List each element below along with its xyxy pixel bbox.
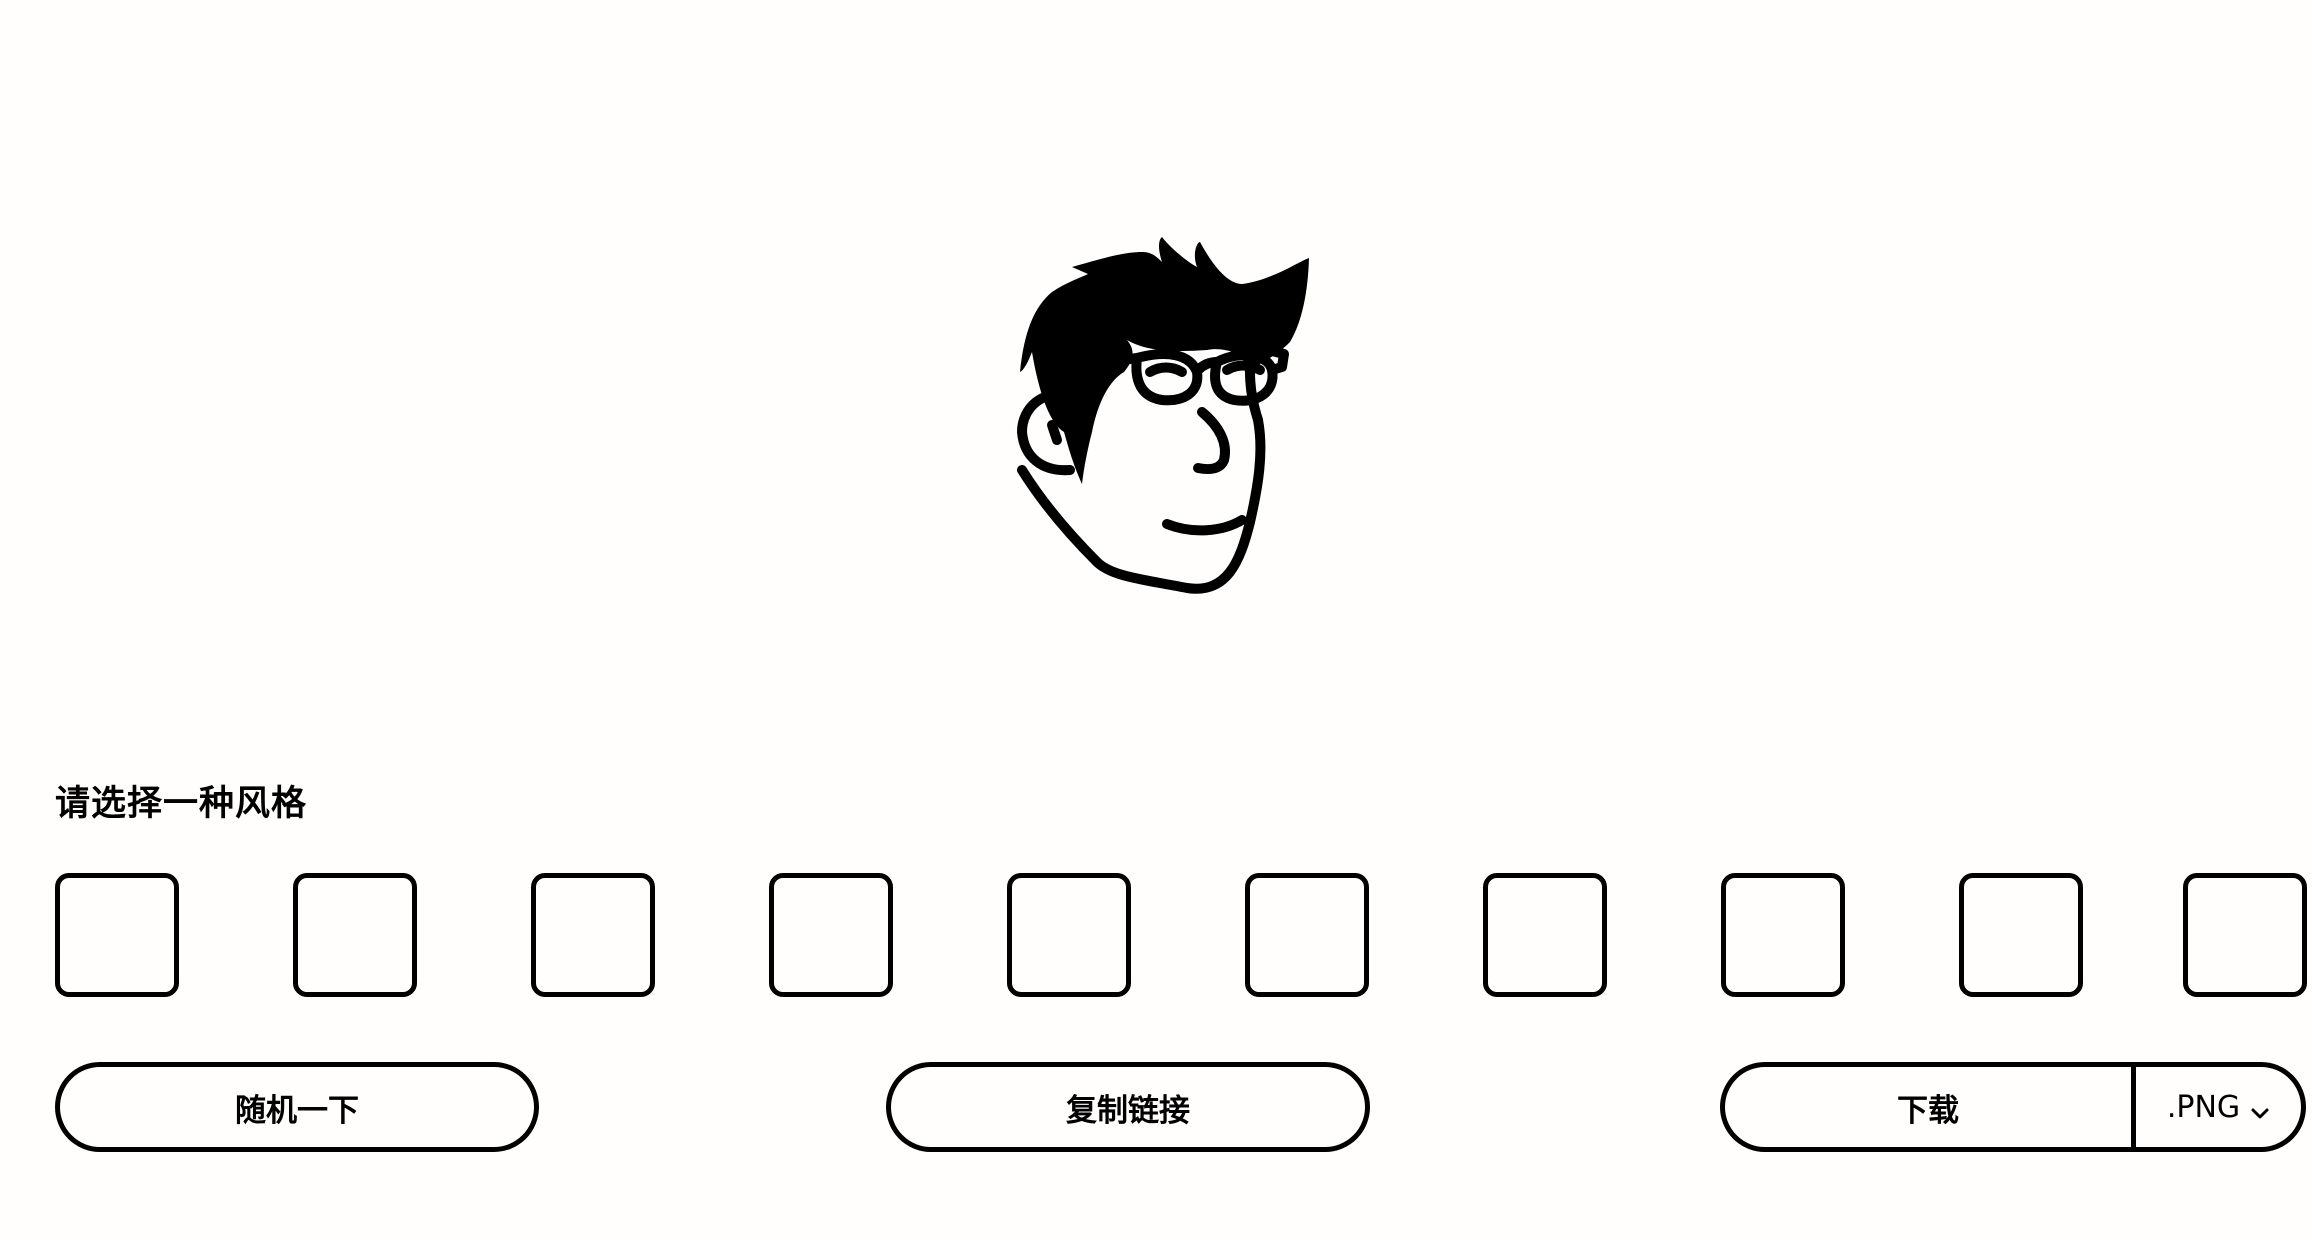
style-option-8[interactable] [1721, 873, 1845, 997]
download-button[interactable]: 下载 [1725, 1067, 2131, 1147]
format-selected-value: .PNG [2166, 1089, 2241, 1125]
style-picker-title: 请选择一种风格 [55, 784, 308, 824]
style-option-5[interactable] [1007, 873, 1131, 997]
avatar-face-icon [1017, 237, 1309, 594]
random-button[interactable]: 随机一下 [55, 1062, 539, 1152]
style-option-4[interactable] [769, 873, 893, 997]
style-option-2[interactable] [293, 873, 417, 997]
style-options-row [55, 873, 2307, 997]
copy-link-button[interactable]: 复制链接 [886, 1062, 1370, 1152]
style-option-9[interactable] [1959, 873, 2083, 997]
chevron-down-icon [2250, 1097, 2270, 1119]
avatar-preview [972, 222, 1352, 672]
style-option-1[interactable] [55, 873, 179, 997]
style-option-3[interactable] [531, 873, 655, 997]
style-option-6[interactable] [1245, 873, 1369, 997]
style-option-7[interactable] [1483, 873, 1607, 997]
format-select[interactable]: .PNG [2136, 1067, 2301, 1147]
style-option-10[interactable] [2183, 873, 2307, 997]
avatar-generator-page: 请选择一种风格 随机一下 复制链接 下载 .PNG [0, 0, 2312, 1240]
download-group: 下载 .PNG [1720, 1062, 2306, 1152]
